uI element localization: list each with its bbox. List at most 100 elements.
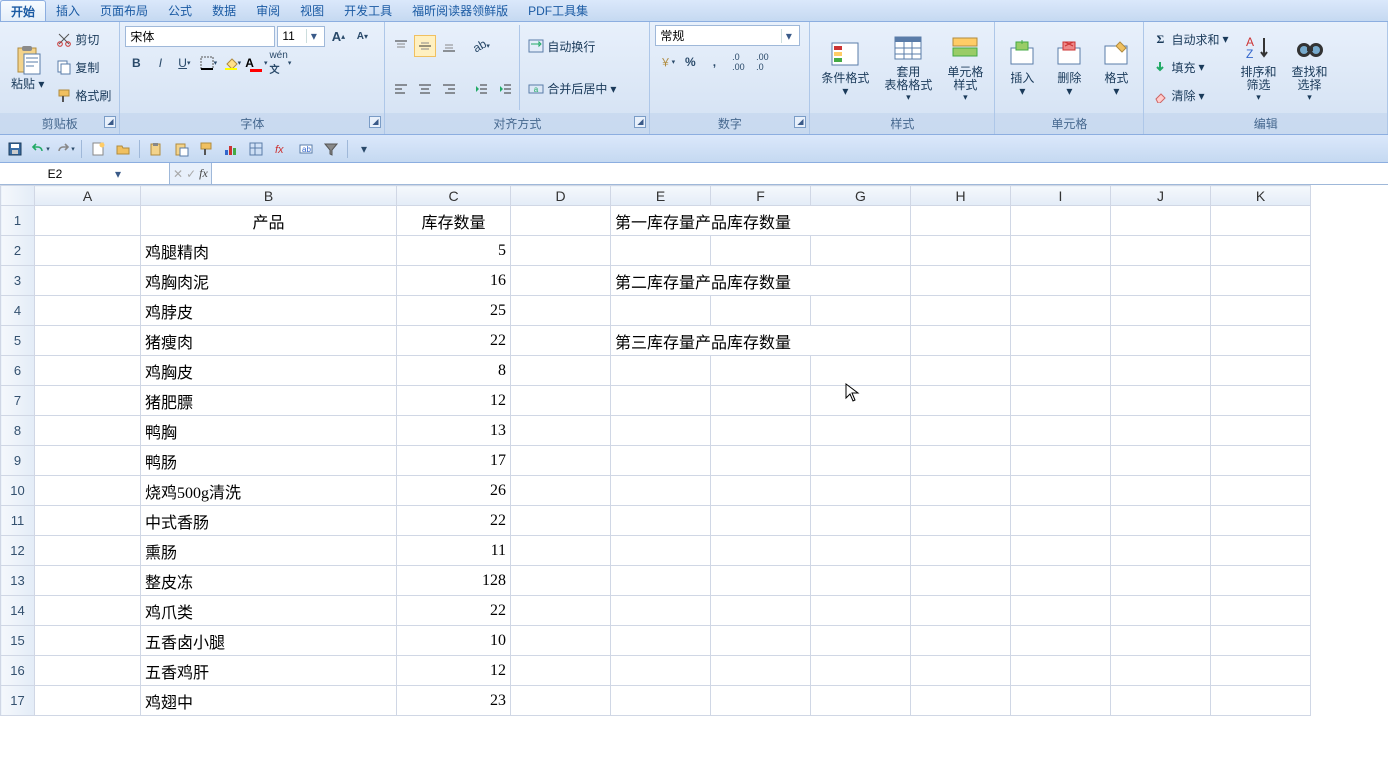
cell-D3[interactable] [511, 266, 611, 296]
cell-E12[interactable] [611, 536, 711, 566]
cell-K7[interactable] [1211, 386, 1311, 416]
row-header-7[interactable]: 7 [1, 386, 35, 416]
cell-J5[interactable] [1111, 326, 1211, 356]
cell-E16[interactable] [611, 656, 711, 686]
cell-B9[interactable]: 鸭肠 [141, 446, 397, 476]
row-header-1[interactable]: 1 [1, 206, 35, 236]
chevron-down-icon[interactable]: ▾ [781, 29, 795, 43]
cell-G13[interactable] [811, 566, 911, 596]
col-header-J[interactable]: J [1111, 186, 1211, 206]
align-left-button[interactable] [390, 78, 412, 100]
border-button[interactable]: ▾ [197, 52, 219, 74]
select-all-corner[interactable] [1, 186, 35, 206]
find-select-button[interactable]: 查找和 选择▾ [1286, 25, 1334, 110]
chevron-down-icon[interactable]: ▾ [306, 29, 320, 43]
cut-button[interactable]: 剪切 [53, 30, 114, 49]
col-header-K[interactable]: K [1211, 186, 1311, 206]
col-header-B[interactable]: B [141, 186, 397, 206]
cell-B5[interactable]: 猪瘦肉 [141, 326, 397, 356]
cell-D5[interactable] [511, 326, 611, 356]
cell-H7[interactable] [911, 386, 1011, 416]
col-header-C[interactable]: C [397, 186, 511, 206]
cell-E5[interactable]: 第三库存量产品库存数量 [611, 326, 911, 356]
font-size-combo[interactable]: ▾ [277, 26, 325, 47]
tab-3[interactable]: 公式 [158, 0, 202, 21]
qat-format-painter-icon[interactable] [195, 138, 217, 160]
cell-F17[interactable] [711, 686, 811, 716]
cell-I6[interactable] [1011, 356, 1111, 386]
shrink-font-button[interactable]: A▾ [351, 25, 373, 47]
cell-A14[interactable] [35, 596, 141, 626]
qat-paste-special-icon[interactable] [170, 138, 192, 160]
cell-H16[interactable] [911, 656, 1011, 686]
cell-J3[interactable] [1111, 266, 1211, 296]
cell-A2[interactable] [35, 236, 141, 266]
number-format-input[interactable] [656, 29, 781, 43]
cell-E8[interactable] [611, 416, 711, 446]
cell-E11[interactable] [611, 506, 711, 536]
cell-B8[interactable]: 鸭胸 [141, 416, 397, 446]
cell-A1[interactable] [35, 206, 141, 236]
dialog-launcher[interactable]: ◢ [794, 116, 806, 128]
cell-A7[interactable] [35, 386, 141, 416]
cell-J1[interactable] [1111, 206, 1211, 236]
cell-J10[interactable] [1111, 476, 1211, 506]
cell-A12[interactable] [35, 536, 141, 566]
cell-B11[interactable]: 中式香肠 [141, 506, 397, 536]
conditional-format-button[interactable]: 条件格式▾ [815, 25, 875, 110]
cell-C8[interactable]: 13 [397, 416, 511, 446]
row-header-10[interactable]: 10 [1, 476, 35, 506]
format-cells-button[interactable]: 格式▾ [1094, 25, 1138, 110]
cell-C7[interactable]: 12 [397, 386, 511, 416]
cell-K3[interactable] [1211, 266, 1311, 296]
cell-E9[interactable] [611, 446, 711, 476]
tab-5[interactable]: 审阅 [246, 0, 290, 21]
cell-J14[interactable] [1111, 596, 1211, 626]
cell-E13[interactable] [611, 566, 711, 596]
increase-decimal-button[interactable]: .0.00 [727, 51, 749, 73]
cell-H14[interactable] [911, 596, 1011, 626]
row-header-3[interactable]: 3 [1, 266, 35, 296]
row-header-13[interactable]: 13 [1, 566, 35, 596]
cell-A9[interactable] [35, 446, 141, 476]
cell-K4[interactable] [1211, 296, 1311, 326]
cell-H15[interactable] [911, 626, 1011, 656]
cell-G9[interactable] [811, 446, 911, 476]
cell-E10[interactable] [611, 476, 711, 506]
cell-G8[interactable] [811, 416, 911, 446]
cell-H3[interactable] [911, 266, 1011, 296]
cell-G7[interactable] [811, 386, 911, 416]
cell-B15[interactable]: 五香卤小腿 [141, 626, 397, 656]
cell-C11[interactable]: 22 [397, 506, 511, 536]
cell-G16[interactable] [811, 656, 911, 686]
cell-D13[interactable] [511, 566, 611, 596]
cell-B12[interactable]: 熏肠 [141, 536, 397, 566]
increase-indent-button[interactable] [494, 78, 516, 100]
cell-H5[interactable] [911, 326, 1011, 356]
chevron-down-icon[interactable]: ▾ [110, 167, 126, 181]
row-header-11[interactable]: 11 [1, 506, 35, 536]
cell-H6[interactable] [911, 356, 1011, 386]
cell-E6[interactable] [611, 356, 711, 386]
cell-K11[interactable] [1211, 506, 1311, 536]
row-header-5[interactable]: 5 [1, 326, 35, 356]
comma-button[interactable]: , [703, 51, 725, 73]
cell-C4[interactable]: 25 [397, 296, 511, 326]
tab-9[interactable]: PDF工具集 [518, 0, 598, 21]
cell-H17[interactable] [911, 686, 1011, 716]
cell-F13[interactable] [711, 566, 811, 596]
cell-G2[interactable] [811, 236, 911, 266]
cell-K16[interactable] [1211, 656, 1311, 686]
align-right-button[interactable] [438, 78, 460, 100]
row-header-17[interactable]: 17 [1, 686, 35, 716]
cell-B14[interactable]: 鸡爪类 [141, 596, 397, 626]
cell-F6[interactable] [711, 356, 811, 386]
qat-chart-icon[interactable] [220, 138, 242, 160]
cell-A15[interactable] [35, 626, 141, 656]
cell-B17[interactable]: 鸡翅中 [141, 686, 397, 716]
phonetic-button[interactable]: wén文▾ [269, 52, 291, 74]
cell-J7[interactable] [1111, 386, 1211, 416]
cell-A17[interactable] [35, 686, 141, 716]
align-middle-button[interactable] [414, 35, 436, 57]
cell-D10[interactable] [511, 476, 611, 506]
